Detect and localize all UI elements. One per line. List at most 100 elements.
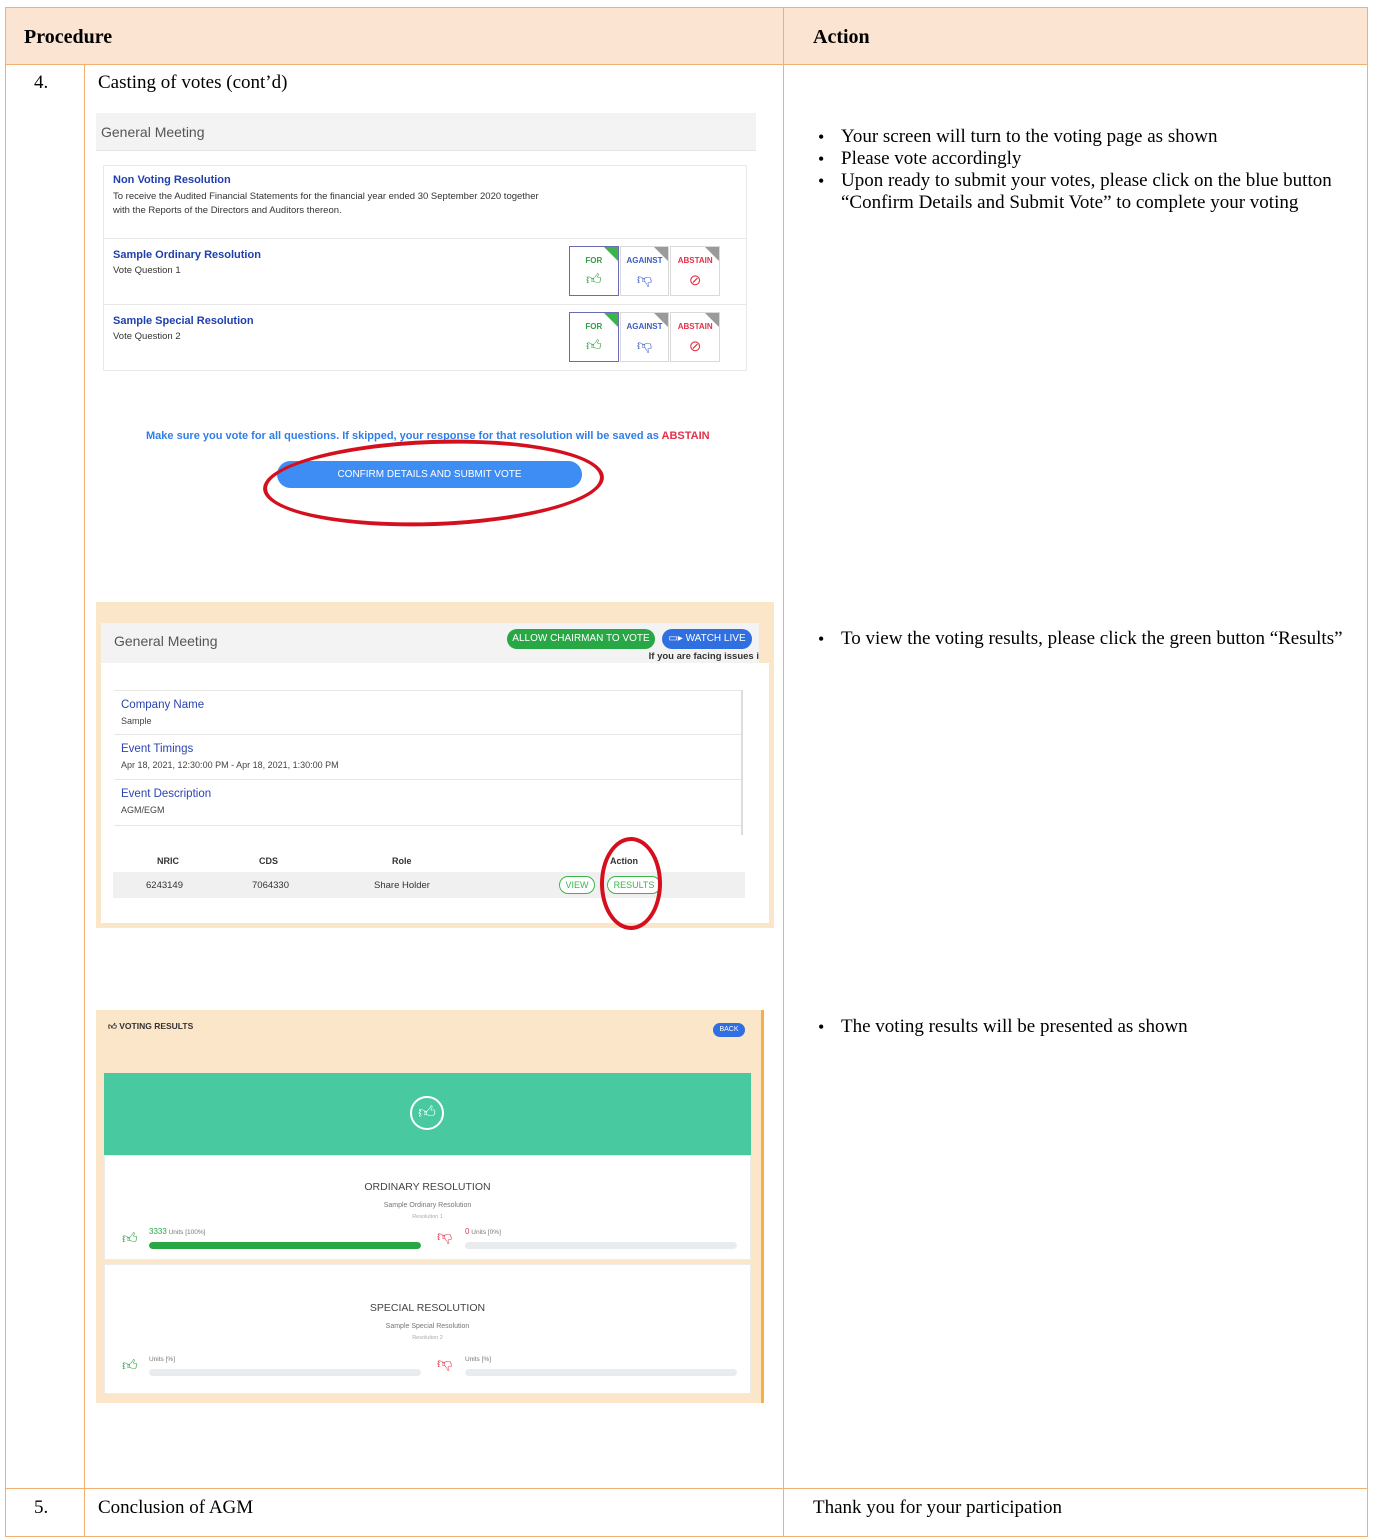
meeting-title: General Meeting [114, 633, 218, 649]
meeting-header: General Meeting ALLOW CHAIRMAN TO VOTE ▭… [101, 623, 759, 663]
vote-question: Vote Question 2 [113, 331, 181, 342]
voting-results-label: VOTING RESULTS [119, 1021, 194, 1031]
vote-against-button[interactable]: AGAINST 👎︎ [619, 312, 670, 362]
bullet-item: To view the voting results, please click… [818, 628, 1358, 650]
thumbs-down-icon: 👎︎ [437, 1355, 453, 1372]
bullet-item: Your screen will turn to the voting page… [818, 126, 1358, 148]
vote-abstain-button[interactable]: ABSTAIN ⊘ [670, 246, 721, 296]
vote-for-button[interactable]: FOR 👍︎ [569, 312, 619, 362]
vote-abstain-label: ABSTAIN [677, 256, 713, 265]
resolution-description: To receive the Audited Financial Stateme… [113, 191, 539, 216]
against-units-text: 0 Units [0%] [465, 1227, 501, 1236]
thumbs-down-icon: 👎︎ [636, 337, 653, 354]
company-info: Company Name Sample [114, 690, 741, 735]
thumbs-up-icon: 👍︎ [122, 1357, 138, 1374]
result-sub: Resolution 2 [412, 1335, 443, 1341]
result-card: SPECIAL RESOLUTION Sample Special Resolu… [104, 1264, 751, 1394]
row-action: Thank you for your participation [813, 1497, 1063, 1518]
thumbs-up-icon: 👍︎ [122, 1230, 138, 1247]
highlight-circle [600, 837, 662, 930]
description-info: Event Description AGM/EGM [114, 780, 741, 826]
resolution-row: Sample Special Resolution Vote Question … [104, 305, 746, 371]
resolution-title: Sample Ordinary Resolution [113, 249, 261, 261]
role-column-header: Role [392, 856, 412, 866]
for-progress-bar [149, 1242, 421, 1249]
row-number: 4. [34, 72, 49, 93]
facing-issues-text: If you are facing issues i [648, 651, 759, 662]
procedure-column-header: Procedure [24, 26, 113, 48]
vote-abstain-button[interactable]: ABSTAIN ⊘ [670, 312, 721, 362]
video-icon: ▭▸ [668, 633, 686, 644]
against-units-label: Units [%] [465, 1356, 492, 1363]
company-label: Company Name [121, 699, 205, 711]
result-heading: ORDINARY RESOLUTION [364, 1181, 491, 1193]
action-column-header: Action [813, 26, 870, 48]
column-divider [783, 8, 784, 1537]
vote-button-group: FOR 👍︎ AGAINST 👎︎ ABSTAIN ⊘ [569, 246, 721, 296]
resolution-row: Sample Ordinary Resolution Vote Question… [104, 239, 746, 305]
meeting-header: General Meeting [96, 113, 756, 151]
allow-chairman-button[interactable]: ALLOW CHAIRMAN TO VOTE [507, 629, 655, 649]
description-label: Event Description [121, 788, 212, 800]
vote-for-button[interactable]: FOR 👍︎ [569, 246, 619, 296]
against-progress-bar [465, 1369, 737, 1376]
description-value: AGM/EGM [121, 805, 165, 815]
thumbs-up-icon: 👍︎ [108, 1021, 120, 1031]
vote-question: Vote Question 1 [113, 265, 181, 276]
against-units-text: Units [%] [465, 1354, 491, 1363]
for-units-label: Units [100%] [168, 1229, 206, 1236]
abstain-highlight: ABSTAIN [661, 430, 710, 442]
thumbs-down-icon: 👎︎ [437, 1228, 453, 1245]
vote-warning-message: Make sure you vote for all questions. If… [146, 430, 662, 442]
bullet-list: Your screen will turn to the voting page… [818, 126, 1358, 214]
results-banner: 👍︎ [104, 1073, 751, 1155]
scrollbar[interactable] [741, 690, 743, 835]
meeting-title: General Meeting [101, 124, 205, 140]
cds-cell: 7064330 [252, 880, 289, 891]
watch-live-button[interactable]: ▭▸ WATCH LIVE [662, 629, 752, 649]
vote-button-group: FOR 👍︎ AGAINST 👎︎ ABSTAIN ⊘ [569, 312, 721, 362]
vote-against-button[interactable]: AGAINST 👎︎ [619, 246, 670, 296]
resolutions-card: Non Voting Resolution To receive the Aud… [103, 165, 747, 371]
against-units-value: 0 [465, 1227, 470, 1236]
no-entry-icon: ⊘ [688, 338, 702, 355]
bullet-list: The voting results will be presented as … [818, 1016, 1358, 1038]
row-number: 5. [34, 1497, 49, 1518]
row-title: Casting of votes (cont’d) [98, 72, 288, 93]
bullet-item: The voting results will be presented as … [818, 1016, 1358, 1038]
vote-for-label: FOR [585, 322, 603, 331]
thumbs-up-icon: 👍︎ [585, 271, 602, 288]
against-progress-bar [465, 1242, 737, 1249]
resolution-title: Non Voting Resolution [113, 174, 231, 186]
for-units-text: Units [%] [149, 1354, 175, 1363]
bullet-item: Upon ready to submit your votes, please … [818, 170, 1358, 214]
nric-cell: 6243149 [146, 880, 183, 891]
watch-live-label: WATCH LIVE [685, 633, 746, 644]
bullet-item: Please vote accordingly [818, 148, 1358, 170]
nric-column-header: NRIC [157, 856, 179, 866]
view-button[interactable]: VIEW [559, 876, 595, 894]
voting-results-title: 👍︎ VOTING RESULTS [108, 1021, 193, 1032]
vote-for-label: FOR [585, 256, 603, 265]
non-voting-resolution: Non Voting Resolution To receive the Aud… [104, 166, 746, 239]
company-value: Sample [121, 716, 152, 726]
for-progress-fill [149, 1242, 421, 1249]
against-units-label: Units [0%] [471, 1229, 501, 1236]
thumbs-up-icon: 👍︎ [410, 1096, 444, 1130]
result-card: ORDINARY RESOLUTION Sample Ordinary Reso… [104, 1155, 751, 1260]
for-units-label: Units [%] [149, 1356, 176, 1363]
for-units-text: 3333 Units [100%] [149, 1227, 205, 1236]
vote-abstain-label: ABSTAIN [677, 322, 713, 331]
thumbs-down-icon: 👎︎ [636, 271, 653, 288]
timings-value: Apr 18, 2021, 12:30:00 PM - Apr 18, 2021… [121, 760, 339, 770]
cds-column-header: CDS [259, 856, 279, 866]
vote-against-label: AGAINST [626, 322, 663, 331]
result-name: Sample Ordinary Resolution [383, 1202, 472, 1209]
vote-against-label: AGAINST [626, 256, 663, 265]
timings-info: Event Timings Apr 18, 2021, 12:30:00 PM … [114, 735, 741, 780]
row-divider [6, 1488, 1367, 1489]
voting-page-screenshot: General Meeting Non Voting Resolution To… [96, 113, 756, 377]
bullet-list: To view the voting results, please click… [818, 628, 1358, 650]
result-heading: SPECIAL RESOLUTION [369, 1302, 486, 1314]
back-button[interactable]: BACK [713, 1023, 745, 1037]
